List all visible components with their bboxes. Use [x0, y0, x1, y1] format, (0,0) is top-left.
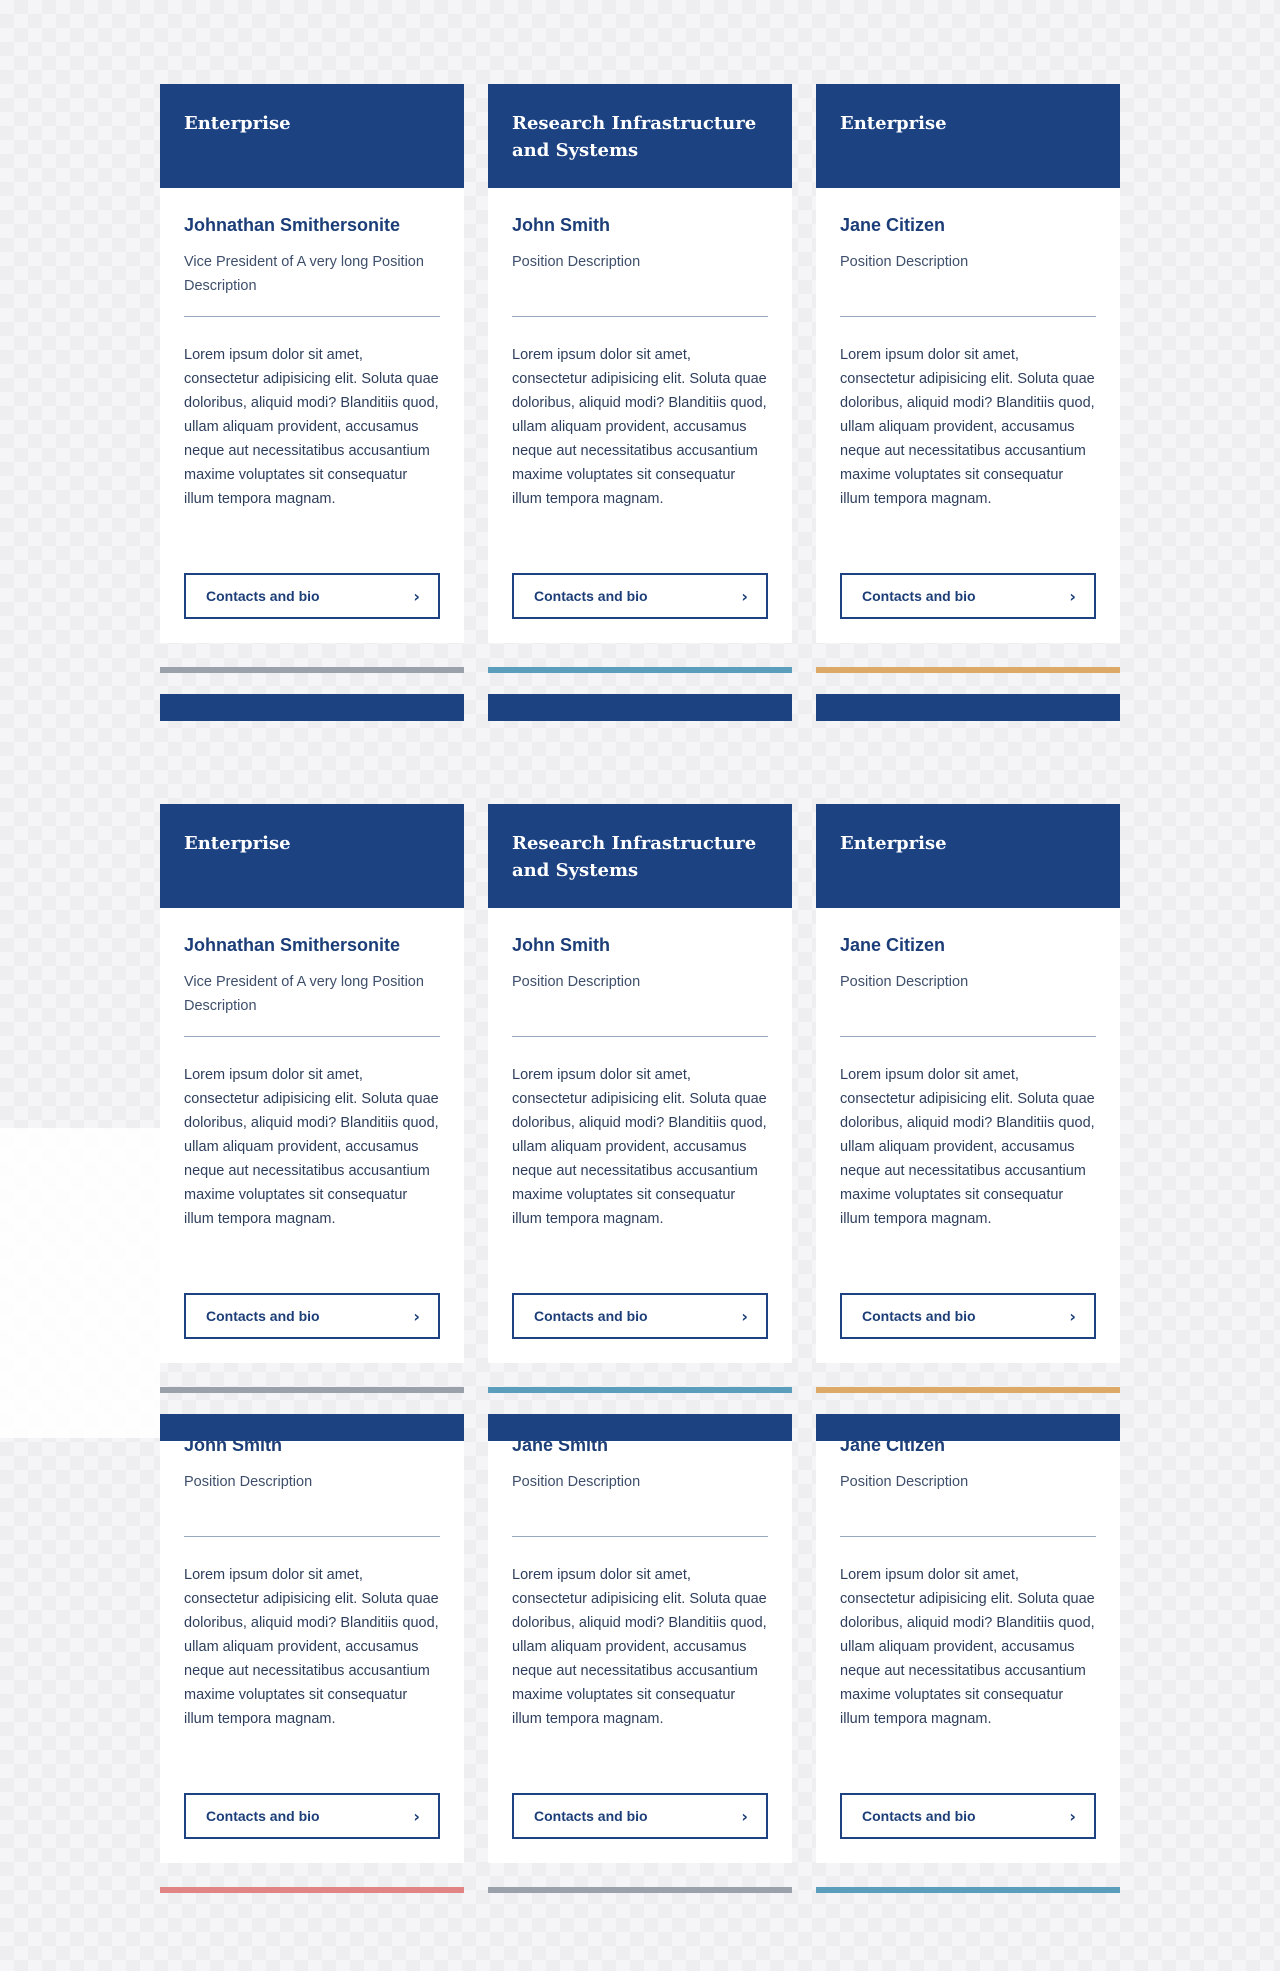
- card-footer-band: [488, 694, 792, 721]
- button-label: Contacts and bio: [862, 1808, 976, 1824]
- chevron-right-icon: ›: [1069, 586, 1076, 606]
- profile-card: Enterprise Johnathan Smithersonite Vice …: [160, 804, 464, 1393]
- profile-card: Research Infrastructure and Systems John…: [488, 804, 792, 1393]
- profile-card: Enterprise Jane Citizen Position Descrip…: [816, 84, 1120, 673]
- button-label: Contacts and bio: [862, 588, 976, 604]
- chevron-right-icon: ›: [413, 1806, 420, 1826]
- card-position: Position Description: [840, 254, 969, 270]
- contacts-and-bio-button[interactable]: Contacts and bio ›: [512, 1293, 768, 1339]
- profile-card: Enterprise Jane Citizen Position Descrip…: [816, 804, 1120, 1393]
- chevron-right-icon: ›: [413, 1306, 420, 1326]
- button-label: Contacts and bio: [534, 588, 648, 604]
- card-divider: [512, 316, 768, 317]
- card-divider: [840, 316, 1096, 317]
- card-footer-band: [488, 1414, 792, 1441]
- contacts-and-bio-button[interactable]: Contacts and bio ›: [512, 1793, 768, 1839]
- chevron-right-icon: ›: [1069, 1806, 1076, 1826]
- card-accent-bar: [488, 667, 792, 673]
- card-person-name: Jane Citizen: [840, 935, 946, 955]
- chevron-right-icon: ›: [1069, 1306, 1076, 1326]
- card-position: Position Description: [512, 1474, 641, 1490]
- button-label: Contacts and bio: [206, 588, 320, 604]
- card-divider: [512, 1536, 768, 1537]
- card-position: Position Description: [512, 974, 641, 990]
- profile-card: Research Infrastructure and Systems John…: [488, 84, 792, 673]
- chevron-right-icon: ›: [741, 1806, 748, 1826]
- card-divider: [184, 1536, 440, 1537]
- card-description: Lorem ipsum dolor sit amet, consectetur …: [184, 1567, 439, 1727]
- contacts-and-bio-button[interactable]: Contacts and bio ›: [184, 573, 440, 619]
- card-person-name: John Smith: [512, 215, 610, 235]
- card-org-title: Enterprise: [160, 84, 464, 188]
- background-ghost-panel: [0, 1128, 160, 1438]
- card-description: Lorem ipsum dolor sit amet, consectetur …: [512, 347, 767, 507]
- card-accent-bar: [816, 667, 1120, 673]
- card-org-title: Enterprise: [816, 804, 1120, 908]
- card-description: Lorem ipsum dolor sit amet, consectetur …: [840, 347, 1095, 507]
- contacts-and-bio-button[interactable]: Contacts and bio ›: [840, 573, 1096, 619]
- profile-card: Jane Smith Position Description Lorem ip…: [488, 1414, 792, 1893]
- chevron-right-icon: ›: [741, 586, 748, 606]
- card-accent-bar: [488, 1387, 792, 1393]
- card-person-name: Johnathan Smithersonite: [184, 935, 401, 955]
- card-position: Position Description: [840, 974, 969, 990]
- card-org-title: Enterprise: [160, 804, 464, 908]
- card-org-title: Enterprise: [816, 84, 1120, 188]
- card-accent-bar: [160, 1387, 464, 1393]
- card-description: Lorem ipsum dolor sit amet, consectetur …: [512, 1567, 767, 1727]
- card-footer-band: [160, 694, 464, 721]
- card-position: Vice President of A very long Position D…: [184, 974, 424, 1014]
- button-label: Contacts and bio: [534, 1308, 648, 1324]
- contacts-and-bio-button[interactable]: Contacts and bio ›: [184, 1793, 440, 1839]
- button-label: Contacts and bio: [534, 1808, 648, 1824]
- contacts-and-bio-button[interactable]: Contacts and bio ›: [512, 573, 768, 619]
- card-position: Vice President of A very long Position D…: [184, 254, 424, 294]
- card-person-name: Jane Citizen: [840, 215, 946, 235]
- card-position: Position Description: [184, 1474, 313, 1490]
- card-description: Lorem ipsum dolor sit amet, consectetur …: [184, 1067, 439, 1227]
- card-divider: [184, 1036, 440, 1037]
- card-divider: [840, 1036, 1096, 1037]
- card-accent-bar: [160, 1887, 464, 1893]
- button-label: Contacts and bio: [862, 1308, 976, 1324]
- card-org-title: Research Infrastructure and Systems: [488, 804, 792, 908]
- card-footer-band: [816, 694, 1120, 721]
- profile-card: John Smith Position Description Lorem ip…: [160, 1414, 464, 1893]
- card-position: Position Description: [512, 254, 641, 270]
- contacts-and-bio-button[interactable]: Contacts and bio ›: [840, 1293, 1096, 1339]
- card-divider: [512, 1036, 768, 1037]
- profile-card: Enterprise Johnathan Smithersonite Vice …: [160, 84, 464, 673]
- card-divider: [840, 1536, 1096, 1537]
- chevron-right-icon: ›: [413, 586, 420, 606]
- card-footer-band: [160, 1414, 464, 1441]
- card-description: Lorem ipsum dolor sit amet, consectetur …: [840, 1567, 1095, 1727]
- card-position: Position Description: [840, 1474, 969, 1490]
- button-label: Contacts and bio: [206, 1308, 320, 1324]
- card-divider: [184, 316, 440, 317]
- contacts-and-bio-button[interactable]: Contacts and bio ›: [184, 1293, 440, 1339]
- contacts-and-bio-button[interactable]: Contacts and bio ›: [840, 1793, 1096, 1839]
- card-accent-bar: [816, 1387, 1120, 1393]
- profile-card: Jane Citizen Position Description Lorem …: [816, 1414, 1120, 1893]
- card-description: Lorem ipsum dolor sit amet, consectetur …: [840, 1067, 1095, 1227]
- card-accent-bar: [160, 667, 464, 673]
- card-accent-bar: [816, 1887, 1120, 1893]
- card-description: Lorem ipsum dolor sit amet, consectetur …: [512, 1067, 767, 1227]
- card-org-title: Research Infrastructure and Systems: [488, 84, 792, 188]
- card-description: Lorem ipsum dolor sit amet, consectetur …: [184, 347, 439, 507]
- chevron-right-icon: ›: [741, 1306, 748, 1326]
- card-footer-band: [816, 1414, 1120, 1441]
- card-person-name: Johnathan Smithersonite: [184, 215, 401, 235]
- card-accent-bar: [488, 1887, 792, 1893]
- card-person-name: John Smith: [512, 935, 610, 955]
- button-label: Contacts and bio: [206, 1808, 320, 1824]
